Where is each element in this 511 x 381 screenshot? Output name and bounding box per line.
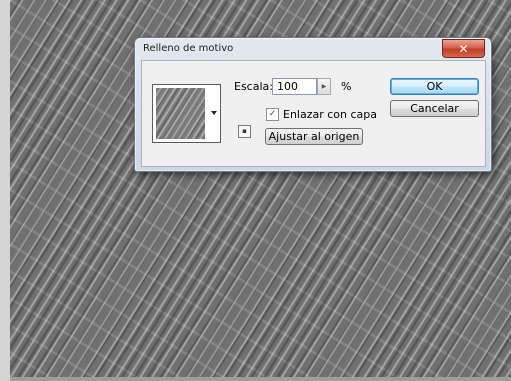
checkmark-icon: ✓ <box>268 109 277 119</box>
link-layer-label[interactable]: Enlazar con capa <box>283 108 377 121</box>
pattern-swatch <box>156 88 205 139</box>
pattern-picker-button[interactable] <box>208 84 221 143</box>
close-icon: ✕ <box>458 41 469 56</box>
canvas-bottom-edge <box>10 377 511 381</box>
link-layer-row: ✓ Enlazar con capa <box>266 108 377 121</box>
dialog-titlebar[interactable]: Relleno de motivo ✕ <box>135 38 491 59</box>
scale-label: Escala: <box>234 80 273 93</box>
close-button[interactable]: ✕ <box>442 39 485 58</box>
ok-button[interactable]: OK <box>390 78 479 95</box>
cancel-button[interactable]: Cancelar <box>390 100 479 117</box>
link-layer-checkbox[interactable]: ✓ <box>266 108 279 121</box>
dialog-content: ▪ Escala: ▶ % ✓ Enlazar con capa Ajustar… <box>141 60 486 167</box>
scale-spin-button[interactable]: ▶ <box>317 78 331 95</box>
pattern-preview[interactable] <box>152 84 209 143</box>
scale-unit: % <box>341 80 352 93</box>
pattern-fill-dialog: Relleno de motivo ✕ ▪ Escala: ▶ % ✓ Enla… <box>134 37 492 172</box>
new-preset-icon[interactable]: ▪ <box>238 125 251 138</box>
snap-to-origin-button[interactable]: Ajustar al origen <box>265 128 363 145</box>
chevron-right-icon: ▶ <box>321 83 327 90</box>
scale-input[interactable] <box>272 78 317 95</box>
dialog-title: Relleno de motivo <box>143 43 234 54</box>
